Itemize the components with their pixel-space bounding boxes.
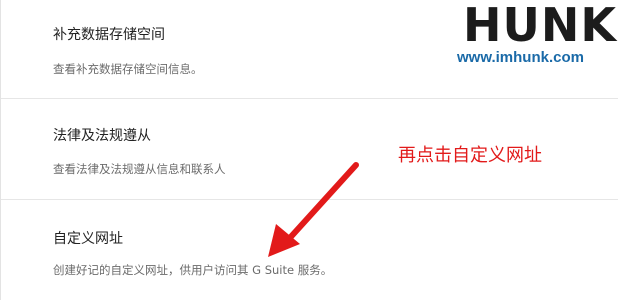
section-title: 自定义网址 [53, 231, 123, 247]
annotation-label: 再点击自定义网址 [398, 145, 542, 166]
watermark-logo-accent-icon [511, 6, 533, 46]
watermark-url: www.imhunk.com [457, 49, 584, 66]
section-title: 法律及法规遵从 [53, 128, 151, 144]
section-title: 补充数据存储空间 [53, 27, 165, 43]
section-description: 创建好记的自定义网址，供用户访问其 G Suite 服务。 [53, 263, 333, 277]
watermark-logo: HUNK [463, 0, 617, 52]
settings-section-custom-url[interactable]: 自定义网址 创建好记的自定义网址，供用户访问其 G Suite 服务。 [1, 200, 618, 300]
watermark: HUNK www.imhunk.com [453, 0, 618, 70]
section-description: 查看补充数据存储空间信息。 [53, 62, 203, 76]
section-description: 查看法律及法规遵从信息和联系人 [53, 162, 226, 176]
